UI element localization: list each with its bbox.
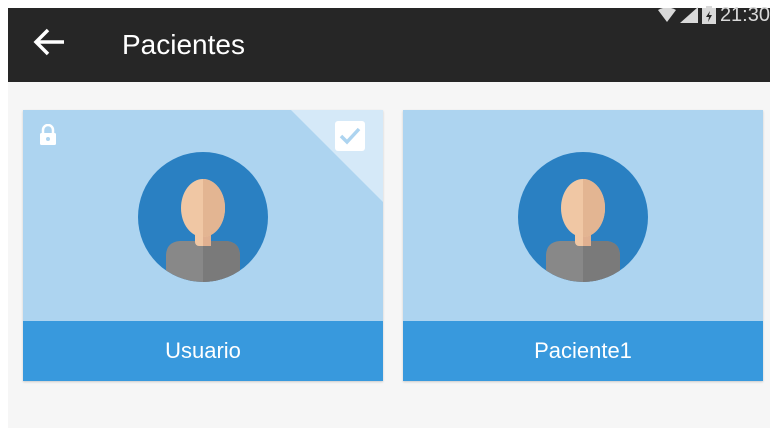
patient-grid: Usuario Paciente1 xyxy=(8,82,770,428)
patient-name-label: Paciente1 xyxy=(403,321,763,381)
signal-icon xyxy=(679,7,698,23)
status-time: 21:30 xyxy=(719,3,770,26)
page-title: Pacientes xyxy=(122,29,245,60)
person-avatar-icon xyxy=(138,152,268,282)
selected-corner-badge xyxy=(291,110,383,202)
person-avatar-icon xyxy=(518,152,648,282)
patient-card-paciente1[interactable]: Paciente1 xyxy=(403,110,763,381)
app-bar: Pacientes 21:30 xyxy=(8,4,770,82)
patient-card-usuario[interactable]: Usuario xyxy=(23,110,383,381)
lock-icon xyxy=(39,123,57,151)
status-bar: 21:30 xyxy=(657,2,770,28)
check-icon xyxy=(335,121,365,151)
battery-icon xyxy=(701,6,716,24)
wifi-icon xyxy=(657,8,676,22)
patients-screen: Pacientes 21:30 Usuario Paciente1 xyxy=(0,0,770,428)
arrow-back-icon xyxy=(30,22,70,67)
back-button[interactable] xyxy=(28,22,72,66)
patient-name-label: Usuario xyxy=(23,321,383,381)
